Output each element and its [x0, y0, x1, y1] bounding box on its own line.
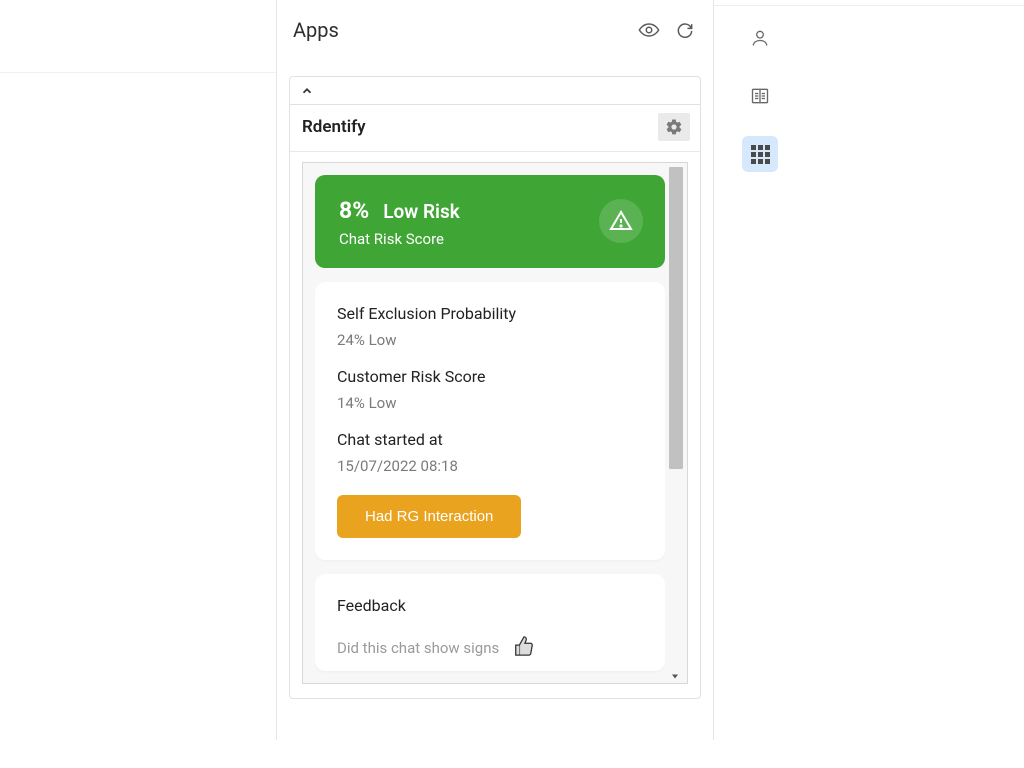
risk-level: Low Risk — [383, 200, 460, 223]
right-rail — [740, 20, 780, 172]
risk-percent: 8% — [339, 197, 369, 224]
gear-icon — [665, 118, 683, 136]
app-name: Rdentify — [302, 117, 658, 137]
app-content-frame: 8% Low Risk Chat Risk Score — [302, 162, 688, 684]
feedback-card: Feedback Did this chat show signs — [315, 574, 665, 671]
self-exclusion-value: 24% Low — [337, 331, 643, 349]
feedback-row: Did this chat show signs — [337, 635, 643, 661]
settings-button[interactable] — [658, 113, 690, 141]
chat-started-label: Chat started at — [337, 430, 643, 449]
visibility-icon[interactable] — [637, 18, 661, 42]
profile-icon[interactable] — [742, 20, 778, 56]
grid-icon — [751, 145, 770, 164]
customer-risk-value: 14% Low — [337, 394, 643, 412]
risk-icon-circle — [599, 199, 643, 243]
panel-header: Apps — [277, 0, 713, 56]
self-exclusion-label: Self Exclusion Probability — [337, 304, 643, 323]
refresh-icon[interactable] — [673, 18, 697, 42]
card-header: Rdentify — [290, 105, 700, 152]
chat-started-value: 15/07/2022 08:18 — [337, 457, 643, 475]
customer-risk-label: Customer Risk Score — [337, 367, 643, 386]
risk-text: 8% Low Risk Chat Risk Score — [339, 197, 599, 248]
scrollbar-down-arrow[interactable] — [669, 667, 683, 681]
scrollbar-thumb[interactable] — [669, 167, 683, 469]
thumbs-up-icon[interactable] — [513, 635, 535, 661]
notes-icon[interactable] — [742, 78, 778, 114]
scroll-area: 8% Low Risk Chat Risk Score — [315, 175, 665, 683]
warning-icon — [609, 209, 633, 233]
top-border — [714, 0, 1024, 6]
details-card: Self Exclusion Probability 24% Low Custo… — [315, 282, 665, 560]
risk-banner: 8% Low Risk Chat Risk Score — [315, 175, 665, 268]
panel-title: Apps — [293, 18, 625, 42]
feedback-title: Feedback — [337, 596, 643, 615]
left-divider — [0, 72, 276, 73]
rg-interaction-button[interactable]: Had RG Interaction — [337, 495, 521, 538]
app-card: Rdentify 8% Low Risk Chat Risk Score — [289, 76, 701, 699]
collapse-toggle[interactable] — [290, 77, 700, 105]
apps-panel: Apps Rdentify — [276, 0, 714, 740]
chevron-up-icon — [300, 84, 314, 98]
risk-subtitle: Chat Risk Score — [339, 230, 599, 248]
scrollbar[interactable] — [669, 167, 683, 679]
feedback-question: Did this chat show signs — [337, 639, 499, 657]
apps-grid-icon[interactable] — [742, 136, 778, 172]
